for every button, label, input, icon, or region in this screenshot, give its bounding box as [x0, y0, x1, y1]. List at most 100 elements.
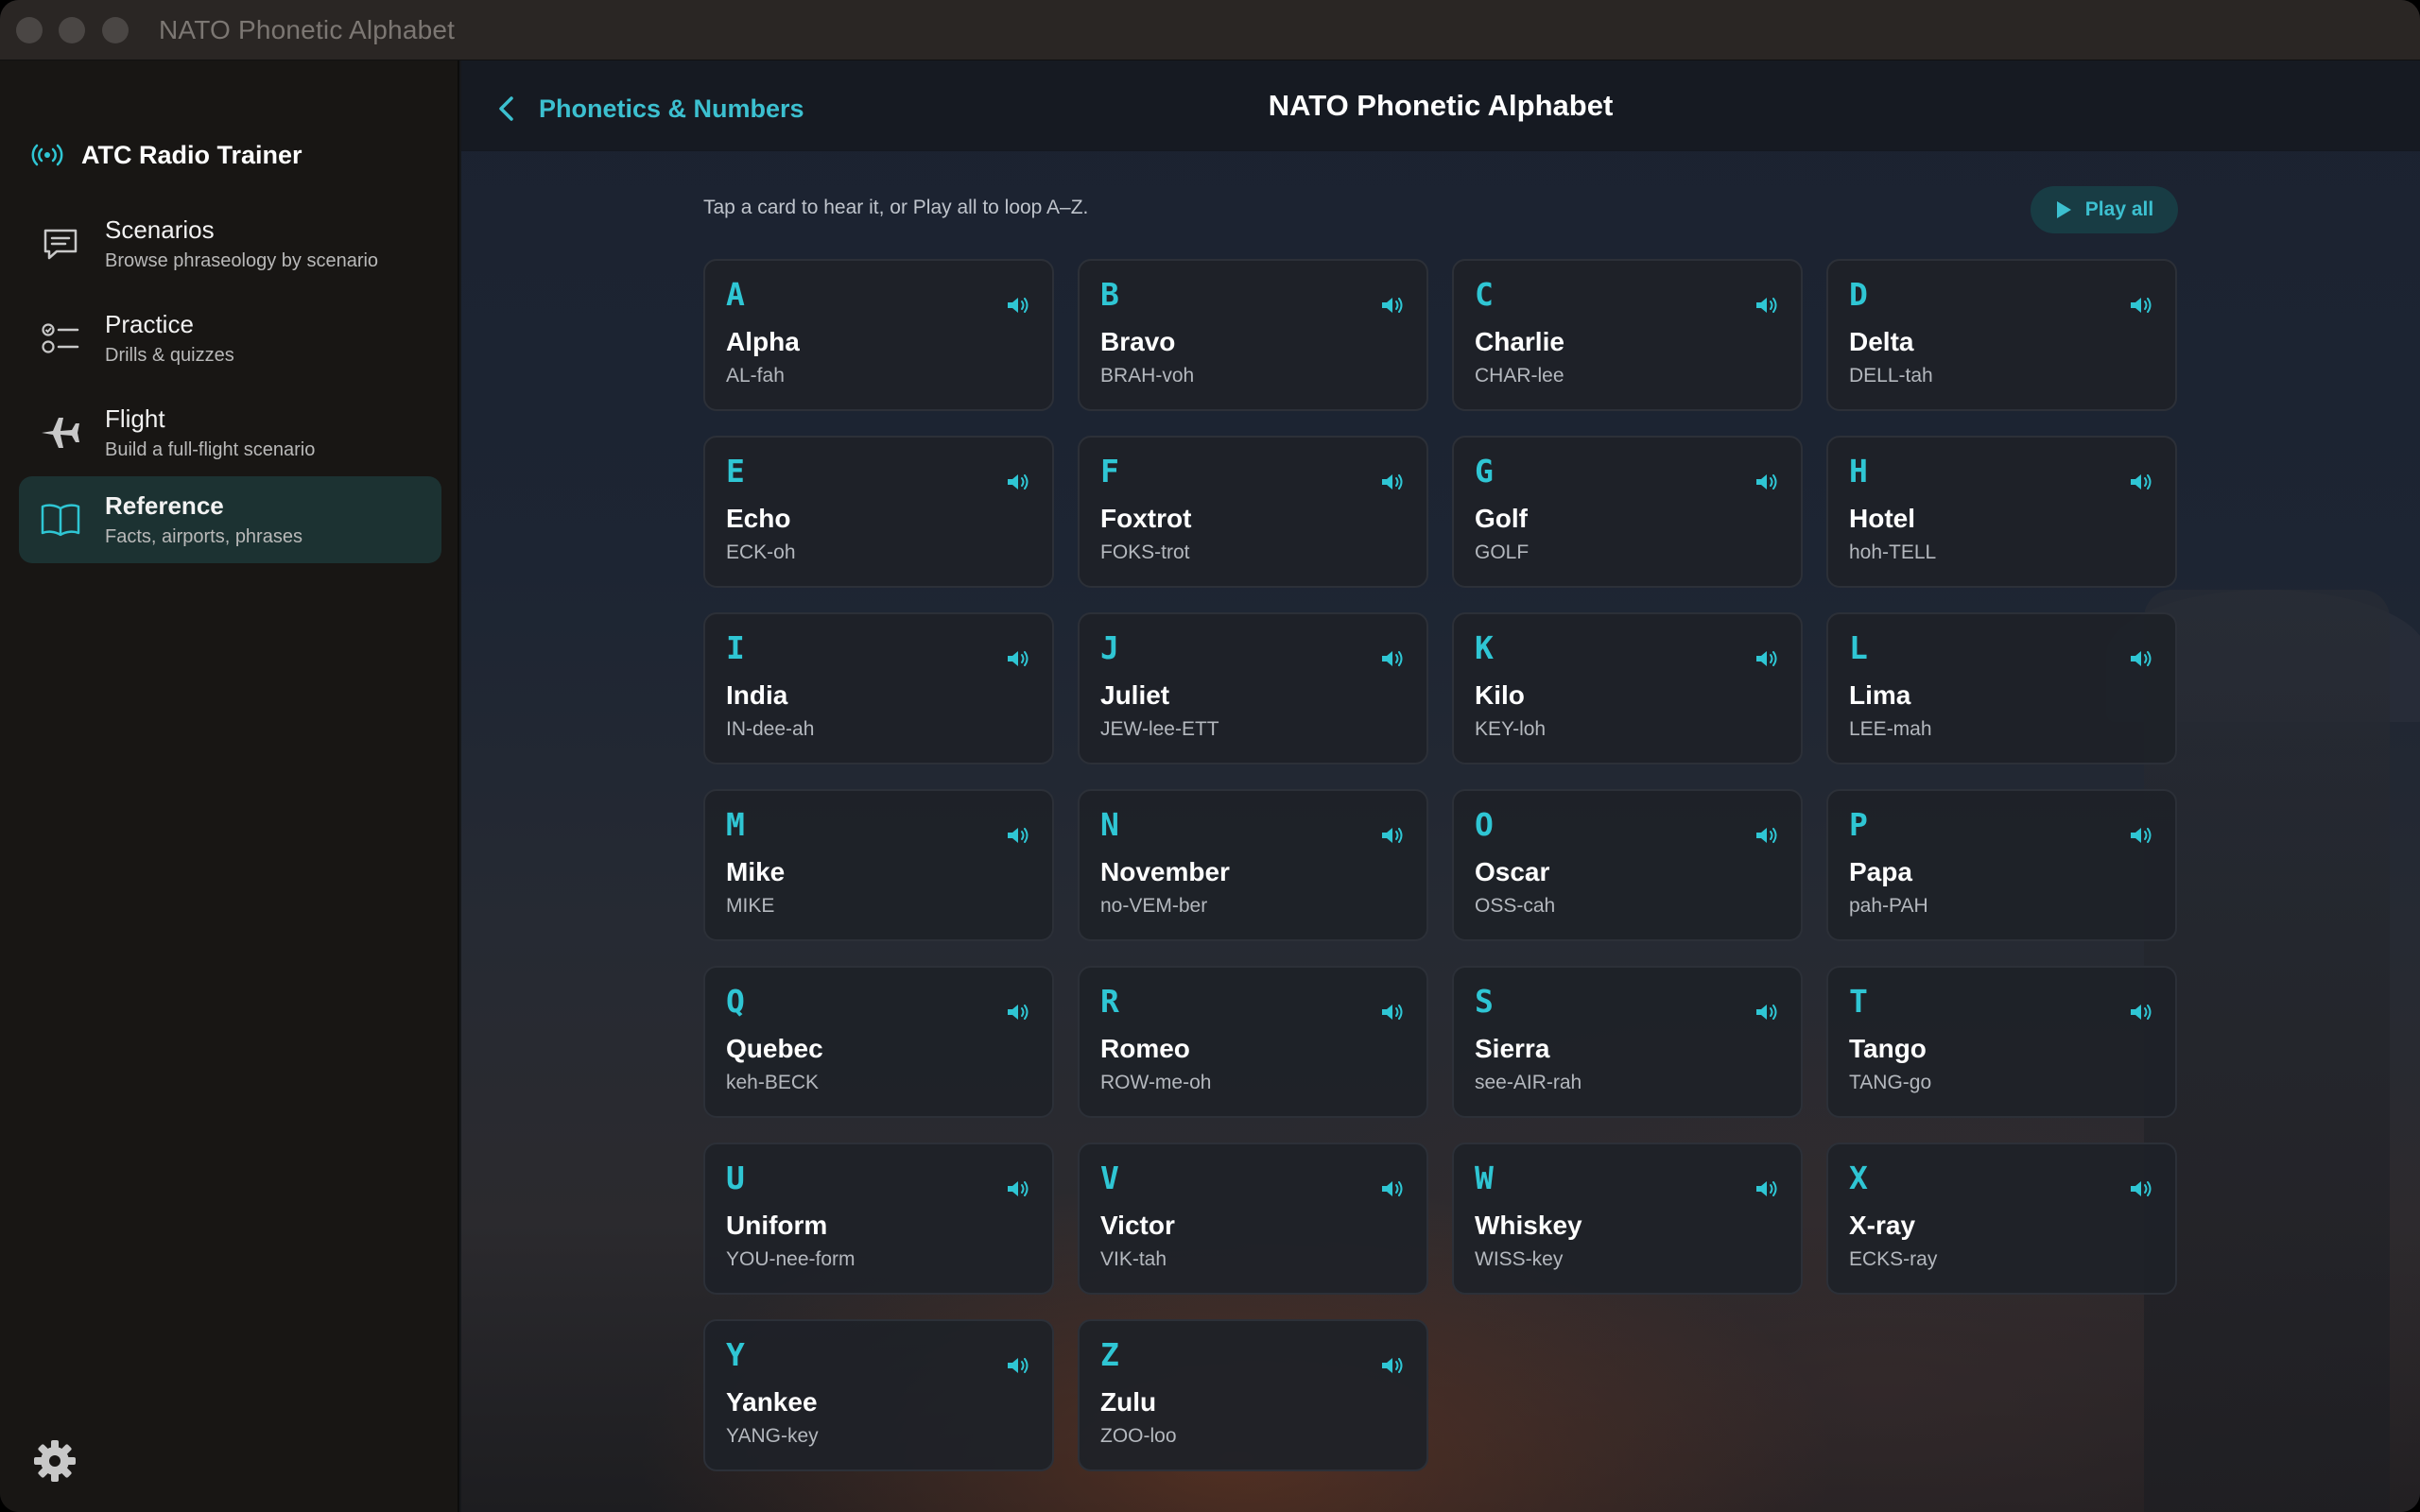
card-word: Yankee [726, 1387, 818, 1417]
card-word: Alpha [726, 327, 800, 356]
letter-card-p[interactable]: P Papa pah-PAH [1826, 789, 2177, 941]
card-pronunciation: CHAR-lee [1475, 365, 1564, 387]
letter-card-x[interactable]: X X-ray ECKS-ray [1826, 1143, 2177, 1295]
card-word: Quebec [726, 1034, 823, 1063]
instruction-text: Tap a card to hear it, or Play all to lo… [703, 197, 1089, 218]
card-word: Tango [1849, 1034, 1927, 1063]
letter-card-h[interactable]: H Hotel hoh-TELL [1826, 436, 2177, 588]
speaker-icon [2131, 1005, 2152, 1020]
card-letter: Q [726, 983, 745, 1020]
letter-card-b[interactable]: B Bravo BRAH-voh [1078, 259, 1428, 411]
letter-card-q[interactable]: Q Quebec keh-BECK [703, 966, 1054, 1118]
speaker-icon [2131, 298, 2152, 313]
sidebar-item-reference[interactable]: Reference Facts, airports, phrases [19, 476, 441, 563]
letter-card-s[interactable]: S Sierra see-AIR-rah [1452, 966, 1803, 1118]
card-letter: E [726, 453, 745, 490]
card-word: Victor [1100, 1211, 1175, 1240]
sidebar-item-flight[interactable]: Flight Build a full-flight scenario [19, 389, 441, 476]
letter-card-a[interactable]: A Alpha AL-fah [703, 259, 1054, 411]
speaker-icon [1756, 1005, 1777, 1020]
card-word: Oscar [1475, 857, 1550, 886]
letter-card-t[interactable]: T Tango TANG-go [1826, 966, 2177, 1118]
speaker-icon [1008, 298, 1028, 313]
card-word: Charlie [1475, 327, 1564, 356]
card-pronunciation: BRAH-voh [1100, 365, 1195, 387]
letter-card-u[interactable]: U Uniform YOU-nee-form [703, 1143, 1054, 1295]
sidebar-item-subtitle: Build a full-flight scenario [105, 439, 316, 460]
letter-card-o[interactable]: O Oscar OSS-cah [1452, 789, 1803, 941]
card-letter: R [1100, 983, 1119, 1020]
letter-card-c[interactable]: C Charlie CHAR-lee [1452, 259, 1803, 411]
zoom-window-button[interactable] [102, 17, 129, 43]
letter-card-l[interactable]: L Lima LEE-mah [1826, 612, 2177, 765]
letter-card-z[interactable]: Z Zulu ZOO-loo [1078, 1319, 1428, 1471]
card-letter: Z [1100, 1336, 1119, 1373]
speaker-icon [1008, 1358, 1028, 1373]
app-brand: ATC Radio Trainer [30, 136, 302, 174]
letter-card-d[interactable]: D Delta DELL-tah [1826, 259, 2177, 411]
letter-card-f[interactable]: F Foxtrot FOKS-trot [1078, 436, 1428, 588]
card-word: Kilo [1475, 680, 1525, 710]
card-letter: S [1475, 983, 1494, 1020]
card-word: Zulu [1100, 1387, 1157, 1417]
card-letter: F [1100, 453, 1119, 490]
card-pronunciation: DELL-tah [1849, 365, 1933, 387]
sidebar-item-scenarios[interactable]: Scenarios Browse phraseology by scenario [19, 200, 441, 287]
letter-card-g[interactable]: G Golf GOLF [1452, 436, 1803, 588]
card-letter: O [1475, 806, 1494, 843]
letter-card-e[interactable]: E Echo ECK-oh [703, 436, 1054, 588]
app-name: ATC Radio Trainer [81, 140, 302, 169]
card-pronunciation: see-AIR-rah [1475, 1072, 1582, 1093]
card-pronunciation: VIK-tah [1100, 1248, 1167, 1270]
card-word: Hotel [1849, 504, 1915, 533]
letter-card-k[interactable]: K Kilo KEY-loh [1452, 612, 1803, 765]
card-word: Whiskey [1475, 1211, 1582, 1240]
card-pronunciation: AL-fah [726, 365, 785, 387]
speaker-icon [1008, 1005, 1028, 1020]
card-letter: X [1849, 1160, 1868, 1196]
card-letter: V [1100, 1160, 1119, 1196]
nav-header: Phonetics & Numbers NATO Phonetic Alphab… [461, 60, 2420, 151]
title-bar: NATO Phonetic Alphabet [0, 0, 2420, 60]
card-letter: U [726, 1160, 745, 1196]
sidebar-item-practice[interactable]: Practice Drills & quizzes [19, 295, 441, 382]
letter-card-v[interactable]: V Victor VIK-tah [1078, 1143, 1428, 1295]
background-tower-body [2144, 590, 2390, 1512]
card-letter: H [1849, 453, 1868, 490]
card-pronunciation: GOLF [1475, 541, 1530, 563]
card-pronunciation: TANG-go [1849, 1072, 1932, 1093]
letter-card-j[interactable]: J Juliet JEW-lee-ETT [1078, 612, 1428, 765]
letter-card-m[interactable]: M Mike MIKE [703, 789, 1054, 941]
card-word: Foxtrot [1100, 504, 1192, 533]
card-pronunciation: hoh-TELL [1849, 541, 1937, 563]
letter-card-y[interactable]: Y Yankee YANG-key [703, 1319, 1054, 1471]
airplane-icon [42, 418, 79, 448]
card-pronunciation: ECKS-ray [1849, 1248, 1938, 1270]
speaker-icon [1382, 1005, 1403, 1020]
speaker-icon [2131, 651, 2152, 666]
card-word: X-ray [1849, 1211, 1916, 1240]
speaker-icon [1382, 474, 1403, 490]
gear-icon[interactable] [32, 1438, 78, 1484]
card-pronunciation: KEY-loh [1475, 718, 1547, 740]
speaker-icon [2131, 474, 2152, 490]
card-word: India [726, 680, 788, 710]
letter-card-w[interactable]: W Whiskey WISS-key [1452, 1143, 1803, 1295]
card-letter: N [1100, 806, 1119, 843]
speaker-icon [2131, 1181, 2152, 1196]
minimize-window-button[interactable] [59, 17, 85, 43]
card-pronunciation: ROW-me-oh [1100, 1072, 1212, 1093]
letter-card-r[interactable]: R Romeo ROW-me-oh [1078, 966, 1428, 1118]
card-pronunciation: no-VEM-ber [1100, 895, 1208, 917]
letter-card-n[interactable]: N November no-VEM-ber [1078, 789, 1428, 941]
card-letter: B [1100, 276, 1119, 313]
speaker-icon [1382, 1358, 1403, 1373]
letter-card-i[interactable]: I India IN-dee-ah [703, 612, 1054, 765]
close-window-button[interactable] [16, 17, 43, 43]
card-letter: M [726, 806, 745, 843]
play-all-button[interactable]: Play all [2031, 186, 2178, 233]
card-word: Romeo [1100, 1034, 1190, 1063]
card-letter: P [1849, 806, 1868, 843]
checklist-icon [42, 323, 79, 353]
card-pronunciation: WISS-key [1475, 1248, 1564, 1270]
